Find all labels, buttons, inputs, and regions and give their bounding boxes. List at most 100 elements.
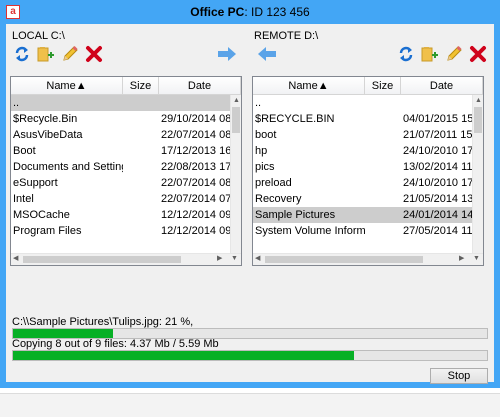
remote-file-row[interactable]: preload 24/10/2010 17: bbox=[253, 175, 473, 191]
remote-cell-date: 21/05/2014 13: bbox=[403, 193, 473, 205]
local-cell-size bbox=[123, 95, 159, 111]
local-new-folder-button[interactable] bbox=[36, 44, 56, 64]
upload-button[interactable] bbox=[216, 44, 236, 64]
local-col-name[interactable]: Name▲ bbox=[11, 77, 123, 95]
local-cell-date: 22/07/2014 08:0 bbox=[161, 177, 231, 189]
local-file-row[interactable]: Boot 17/12/2013 16:3 bbox=[11, 143, 231, 159]
scroll-right-icon[interactable]: ▶ bbox=[217, 254, 222, 264]
remote-vscroll-thumb[interactable] bbox=[474, 107, 482, 133]
refresh-icon bbox=[399, 46, 413, 62]
remote-vertical-scrollbar[interactable]: ▲ bbox=[472, 95, 483, 265]
remote-file-row[interactable]: .. bbox=[253, 95, 473, 111]
delete-icon bbox=[86, 46, 102, 62]
delete-icon bbox=[470, 46, 486, 62]
local-cell-size bbox=[123, 143, 159, 159]
remote-cell-name: .. bbox=[255, 97, 262, 109]
remote-list-header: Name▲ Size Date bbox=[253, 77, 483, 95]
scroll-up-icon[interactable]: ▲ bbox=[233, 96, 240, 106]
scroll-right-icon[interactable]: ▶ bbox=[459, 254, 464, 264]
remote-cell-date: 24/10/2010 17: bbox=[403, 145, 473, 157]
download-button[interactable] bbox=[256, 44, 276, 64]
remote-rows: .. $RECYCLE.BIN 04/01/2015 15: boot 21/07/20… bbox=[253, 95, 473, 239]
local-file-row[interactable]: Program Files 12/12/2014 09:1 bbox=[11, 223, 231, 239]
file-progress-fill bbox=[13, 329, 113, 338]
remote-file-row[interactable]: pics 13/02/2014 11: bbox=[253, 159, 473, 175]
local-col-date[interactable]: Date bbox=[159, 77, 241, 95]
title-bar[interactable]: a Office PC: ID 123 456 bbox=[0, 0, 500, 24]
local-path-label: LOCAL C:\ bbox=[12, 30, 65, 42]
remote-cell-size bbox=[365, 143, 401, 159]
file-progress-label: C:\\Sample Pictures\Tulips.jpg: 21 %, bbox=[12, 316, 194, 328]
remote-cell-size bbox=[365, 159, 401, 175]
arrow-left-icon bbox=[258, 47, 276, 61]
local-cell-name: eSupport bbox=[13, 177, 58, 189]
remote-cell-date: 24/01/2014 14: bbox=[401, 207, 473, 223]
remote-file-row[interactable]: Sample Pictures 24/01/2014 14: bbox=[253, 207, 473, 223]
local-file-row[interactable]: MSOCache 12/12/2014 09:1 bbox=[11, 207, 231, 223]
scroll-left-icon[interactable]: ◀ bbox=[255, 254, 260, 264]
local-pane: LOCAL C:\ Name▲ Size Date .. $Recycle.Bi… bbox=[10, 24, 242, 274]
scroll-down-icon[interactable]: ▼ bbox=[473, 254, 480, 264]
remote-col-size[interactable]: Size bbox=[365, 77, 401, 95]
remote-refresh-button[interactable] bbox=[396, 44, 416, 64]
window-title: Office PC: ID 123 456 bbox=[0, 5, 500, 19]
local-file-row[interactable]: Intel 22/07/2014 07:4 bbox=[11, 191, 231, 207]
remote-hscroll-thumb[interactable] bbox=[265, 256, 423, 263]
local-vertical-scrollbar[interactable]: ▲ bbox=[230, 95, 241, 265]
local-file-list[interactable]: Name▲ Size Date .. $Recycle.Bin 29/10/2014… bbox=[10, 76, 242, 266]
local-delete-button[interactable] bbox=[84, 44, 104, 64]
local-vscroll-thumb[interactable] bbox=[232, 107, 240, 133]
remote-file-list[interactable]: Name▲ Size Date .. $RECYCLE.BIN 04/01/2015… bbox=[252, 76, 484, 266]
remote-cell-size bbox=[365, 95, 401, 111]
remote-file-row[interactable]: Recovery 21/05/2014 13: bbox=[253, 191, 473, 207]
window-title-id: : ID 123 456 bbox=[244, 5, 310, 19]
remote-pane: REMOTE D:\ Name▲ Size Date .. $RECYCLE.B… bbox=[252, 24, 486, 274]
remote-cell-size bbox=[365, 191, 401, 207]
remote-cell-size bbox=[365, 223, 401, 239]
remote-horizontal-scrollbar[interactable]: ◀ ▶ ▼ bbox=[253, 253, 483, 265]
remote-cell-date bbox=[401, 95, 473, 111]
local-cell-name: $Recycle.Bin bbox=[13, 113, 78, 125]
local-file-row[interactable]: $Recycle.Bin 29/10/2014 08:0 bbox=[11, 111, 231, 127]
local-cell-date: 17/12/2013 16:3 bbox=[161, 145, 231, 157]
local-horizontal-scrollbar[interactable]: ◀ ▶ ▼ bbox=[11, 253, 241, 265]
remote-cell-size bbox=[365, 175, 401, 191]
local-rename-button[interactable] bbox=[60, 44, 80, 64]
remote-file-row[interactable]: hp 24/10/2010 17: bbox=[253, 143, 473, 159]
remote-col-name[interactable]: Name▲ bbox=[253, 77, 365, 95]
local-cell-name: Boot bbox=[13, 145, 36, 157]
local-cell-size bbox=[123, 111, 159, 127]
client-area: LOCAL C:\ Name▲ Size Date .. $Recycle.Bi… bbox=[6, 24, 494, 384]
local-col-size[interactable]: Size bbox=[123, 77, 159, 95]
scroll-left-icon[interactable]: ◀ bbox=[13, 254, 18, 264]
scroll-down-icon[interactable]: ▼ bbox=[231, 254, 238, 264]
remote-cell-size bbox=[365, 127, 401, 143]
stop-button[interactable]: Stop bbox=[430, 368, 488, 384]
local-file-row[interactable]: Documents and Settings 22/08/2013 17:4 bbox=[11, 159, 231, 175]
local-file-row[interactable]: eSupport 22/07/2014 08:0 bbox=[11, 175, 231, 191]
remote-rename-button[interactable] bbox=[444, 44, 464, 64]
local-file-row[interactable]: .. bbox=[11, 95, 231, 111]
remote-file-row[interactable]: $RECYCLE.BIN 04/01/2015 15: bbox=[253, 111, 473, 127]
local-hscroll-thumb[interactable] bbox=[23, 256, 181, 263]
pencil-icon bbox=[63, 46, 78, 61]
total-progress-fill bbox=[13, 351, 355, 360]
remote-delete-button[interactable] bbox=[468, 44, 488, 64]
local-cell-date: 12/12/2014 09:1 bbox=[161, 225, 231, 237]
local-cell-name: Program Files bbox=[13, 225, 82, 237]
remote-col-date[interactable]: Date bbox=[401, 77, 483, 95]
remote-cell-name: pics bbox=[255, 161, 275, 173]
local-list-header: Name▲ Size Date bbox=[11, 77, 241, 95]
remote-file-row[interactable]: System Volume Inform... 27/05/2014 11: bbox=[253, 223, 473, 239]
local-refresh-button[interactable] bbox=[12, 44, 32, 64]
local-cell-size bbox=[123, 191, 159, 207]
remote-new-folder-button[interactable] bbox=[420, 44, 440, 64]
remote-cell-date: 21/07/2011 15: bbox=[403, 129, 473, 141]
total-progress-label: Copying 8 out of 9 files: 4.37 Mb / 5.59… bbox=[12, 338, 219, 350]
remote-file-row[interactable]: boot 21/07/2011 15: bbox=[253, 127, 473, 143]
scroll-up-icon[interactable]: ▲ bbox=[475, 96, 482, 106]
local-cell-size bbox=[123, 207, 159, 223]
remote-cell-size bbox=[365, 111, 401, 127]
pencil-icon bbox=[447, 46, 462, 61]
local-file-row[interactable]: AsusVibeData 22/07/2014 08:0 bbox=[11, 127, 231, 143]
